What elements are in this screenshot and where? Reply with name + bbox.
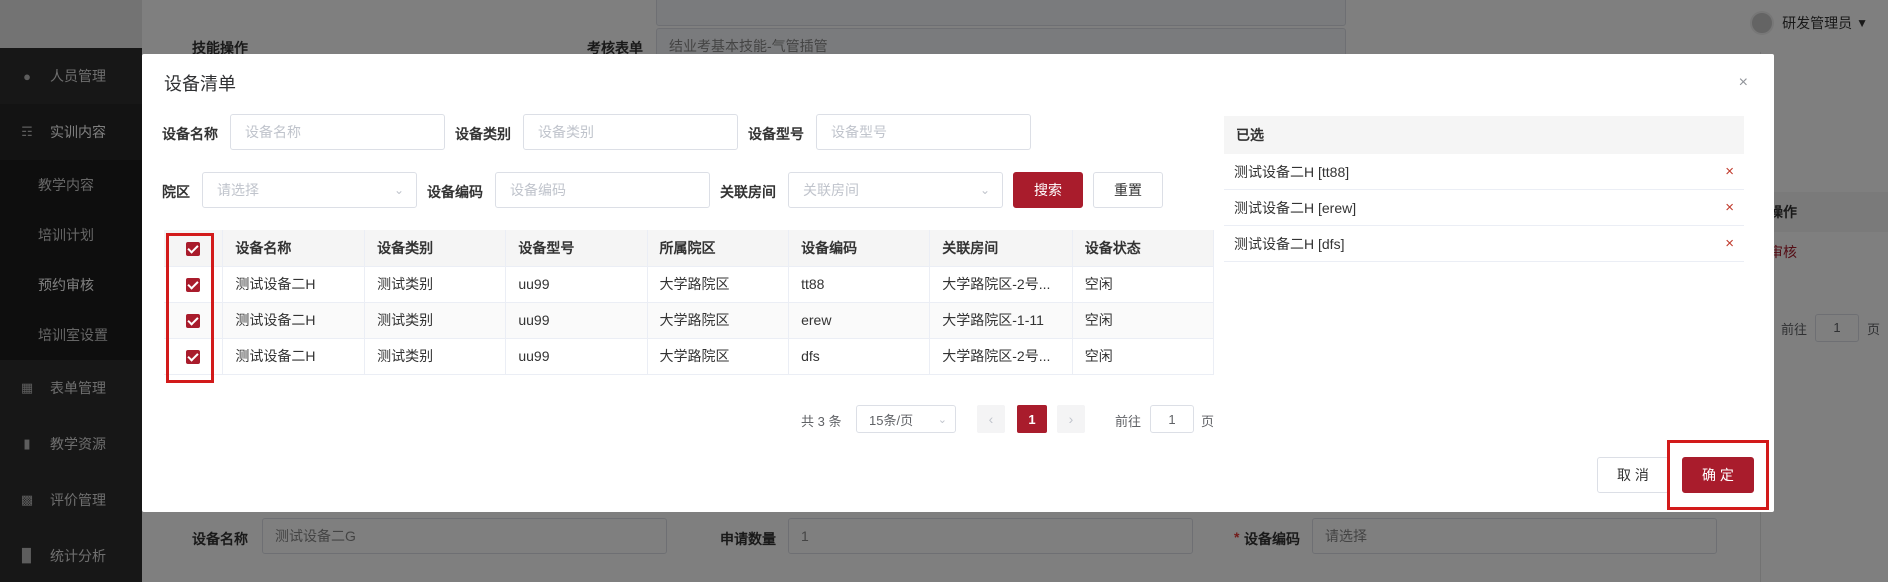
- table-cell: uu99: [505, 266, 648, 303]
- filter-type-label: 设备类别: [455, 126, 511, 142]
- table-cell: erew: [788, 302, 931, 339]
- filter-type-input[interactable]: 设备类别: [523, 114, 738, 150]
- dialog-title: 设备清单: [164, 74, 236, 94]
- table-cell: uu99: [505, 338, 648, 375]
- table-cell: 大学路院区: [647, 338, 790, 375]
- table-cell: 大学路院区-2号...: [929, 338, 1073, 375]
- table-cell: 大学路院区: [647, 302, 790, 339]
- filter-room-label: 关联房间: [720, 184, 776, 200]
- filter-name-label: 设备名称: [162, 126, 218, 142]
- chevron-down-icon: ⌄: [393, 183, 404, 197]
- row-checkbox[interactable]: [186, 278, 201, 293]
- table-cell: 测试类别: [364, 302, 507, 339]
- remove-icon[interactable]: ×: [1725, 190, 1734, 226]
- filter-code-label: 设备编码: [427, 184, 483, 200]
- confirm-button[interactable]: 确 定: [1682, 457, 1754, 493]
- page-unit-label: 页: [1201, 414, 1215, 429]
- filter-model-input[interactable]: 设备型号: [816, 114, 1031, 150]
- table-cell: 空闲: [1072, 302, 1215, 339]
- table-row[interactable]: 测试设备二H 测试类别 uu99 大学路院区 erew 大学路院区-1-11 空…: [164, 302, 1215, 339]
- page-number-current[interactable]: 1: [1017, 405, 1047, 433]
- table-cell: 大学路院区-1-11: [929, 302, 1073, 339]
- col-header: 设备状态: [1072, 230, 1215, 267]
- col-header: 所属院区: [647, 230, 790, 267]
- chevron-down-icon: ⌄: [979, 183, 990, 197]
- selected-header: 已选: [1224, 116, 1744, 154]
- table-cell: 空闲: [1072, 266, 1215, 303]
- goto-label: 前往: [1115, 414, 1142, 429]
- table-cell: 测试类别: [364, 338, 507, 375]
- goto-page-input[interactable]: 1: [1150, 405, 1194, 433]
- selected-item: 测试设备二H [tt88] ×: [1224, 154, 1744, 190]
- pagination-total: 共 3 条: [801, 414, 842, 429]
- filter-model-label: 设备型号: [748, 126, 804, 142]
- table-cell: 大学路院区: [647, 266, 790, 303]
- col-header: 设备型号: [505, 230, 648, 267]
- table-cell: dfs: [788, 338, 931, 375]
- table-cell: 空闲: [1072, 338, 1215, 375]
- row-checkbox[interactable]: [186, 314, 201, 329]
- col-header: 设备名称: [222, 230, 366, 267]
- table-cell: 大学路院区-2号...: [929, 266, 1073, 303]
- page-size-select[interactable]: 15条/页 ⌄: [856, 405, 956, 433]
- filter-campus-label: 院区: [162, 184, 190, 200]
- table-cell: 测试设备二H: [222, 266, 366, 303]
- col-header: 设备编码: [788, 230, 931, 267]
- table-row[interactable]: 测试设备二H 测试类别 uu99 大学路院区 dfs 大学路院区-2号... 空…: [164, 338, 1215, 375]
- search-button[interactable]: 搜索: [1013, 172, 1083, 208]
- filter-room-select[interactable]: 关联房间 ⌄: [788, 172, 1003, 208]
- device-table: 设备名称 设备类别 设备型号 所属院区 设备编码 关联房间 设备状态 测试设备二…: [164, 230, 1215, 375]
- selected-panel: 已选 测试设备二H [tt88] × 测试设备二H [erew] × 测试设备二…: [1224, 116, 1744, 262]
- next-page-button[interactable]: ›: [1057, 405, 1085, 433]
- select-all-checkbox[interactable]: [186, 241, 201, 256]
- filter-code-input[interactable]: 设备编码: [495, 172, 710, 208]
- table-header-row: 设备名称 设备类别 设备型号 所属院区 设备编码 关联房间 设备状态: [164, 230, 1215, 267]
- chevron-down-icon: ⌄: [937, 413, 947, 426]
- col-header: 设备类别: [364, 230, 507, 267]
- selected-item: 测试设备二H [erew] ×: [1224, 190, 1744, 226]
- filter-campus-select[interactable]: 请选择 ⌄: [202, 172, 417, 208]
- selected-item: 测试设备二H [dfs] ×: [1224, 226, 1744, 262]
- prev-page-button[interactable]: ‹: [977, 405, 1005, 433]
- close-icon[interactable]: ×: [1739, 74, 1748, 92]
- table-cell: uu99: [505, 302, 648, 339]
- remove-icon[interactable]: ×: [1725, 154, 1734, 190]
- cancel-button[interactable]: 取 消: [1597, 457, 1669, 493]
- reset-button[interactable]: 重置: [1093, 172, 1163, 208]
- table-cell: 测试设备二H: [222, 338, 366, 375]
- filter-name-input[interactable]: 设备名称: [230, 114, 445, 150]
- col-header: 关联房间: [929, 230, 1073, 267]
- table-cell: 测试类别: [364, 266, 507, 303]
- table-cell: 测试设备二H: [222, 302, 366, 339]
- table-cell: tt88: [788, 266, 931, 303]
- table-row[interactable]: 测试设备二H 测试类别 uu99 大学路院区 tt88 大学路院区-2号... …: [164, 266, 1215, 303]
- select-all-cell[interactable]: [164, 230, 224, 267]
- device-list-dialog: 设备清单 × 设备名称 设备名称 设备类别 设备类别 设备型号 设备型号 院区 …: [142, 54, 1774, 512]
- row-checkbox[interactable]: [186, 350, 201, 365]
- remove-icon[interactable]: ×: [1725, 226, 1734, 262]
